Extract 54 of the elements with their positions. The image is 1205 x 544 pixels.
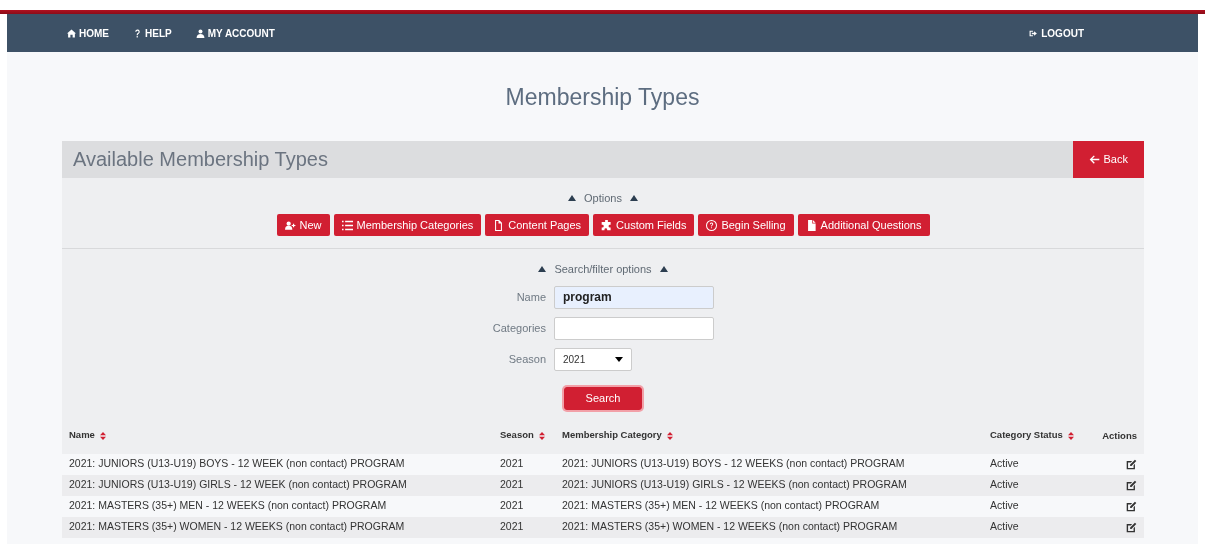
caret-up-icon: [629, 194, 638, 201]
nav-link[interactable]: HOME: [67, 25, 109, 41]
caret-up-icon: [538, 266, 547, 273]
toggle-label[interactable]: Search/filter options: [554, 261, 652, 278]
list-icon: [341, 219, 353, 231]
question-mark-icon: [133, 28, 142, 38]
page-title: Membership Types: [505, 84, 700, 110]
text-field[interactable]: [554, 316, 714, 340]
arrow-left-icon: [1088, 153, 1100, 165]
logout-link[interactable]: LOGOUT: [1029, 25, 1084, 41]
field-label: Name: [515, 289, 546, 305]
season-select[interactable]: 2021: [554, 347, 632, 371]
column-header[interactable]: Actions: [1090, 417, 1144, 454]
table-cell: 2021: JUNIORS (U13-U19) GIRLS - 12 WEEK (non contact) PROGRAM: [62, 474, 493, 496]
panel-title: Available Membership Types: [72, 147, 328, 172]
option-button[interactable]: Begin Selling: [698, 214, 794, 236]
caret-up-icon: [568, 194, 577, 201]
document-icon: [493, 219, 505, 231]
nav-link[interactable]: MY ACCOUNT: [195, 25, 275, 41]
table-cell: 2021: JUNIORS (U13-U19) GIRLS - 12 WEEKS (non contact) PROGRAM: [555, 474, 983, 496]
table-cell: 2021: MASTERS (35+) WOMEN - 12 WEEKS (non contact) PROGRAM: [555, 516, 983, 538]
option-button[interactable]: Membership Categories: [333, 214, 482, 236]
user-icon: [195, 28, 205, 38]
option-button[interactable]: New: [276, 214, 330, 236]
edit-icon: [1126, 458, 1137, 470]
nav-link[interactable]: HELP: [133, 25, 172, 41]
logout-icon: [1029, 28, 1039, 38]
option-button[interactable]: Custom Fields: [593, 214, 695, 236]
table-cell: 2021: MASTERS (35+) WOMEN - 12 WEEKS (non contact) PROGRAM: [62, 516, 493, 538]
field-label: Season: [507, 351, 546, 367]
column-header[interactable]: Category Status: [983, 417, 1090, 454]
search-button[interactable]: Search: [564, 386, 642, 410]
puzzle-icon: [601, 219, 613, 231]
column-header[interactable]: Name: [62, 417, 493, 454]
table-cell: Active: [983, 474, 1090, 496]
edit-icon: [1126, 479, 1137, 491]
caret-up-icon: [659, 266, 668, 273]
table-cell: 2021: [493, 516, 555, 538]
back-button[interactable]: Back: [1072, 140, 1144, 178]
caret-down-icon: [615, 356, 623, 362]
edit-icon: [1126, 500, 1137, 512]
user-plus-icon: [284, 219, 296, 231]
column-header[interactable]: Season: [493, 417, 555, 454]
column-header[interactable]: Membership Category: [555, 417, 983, 454]
document-icon: [805, 219, 817, 231]
toggle-label[interactable]: Options: [584, 189, 622, 206]
option-button[interactable]: Content Pages: [485, 214, 590, 236]
home-icon: [67, 28, 76, 38]
text-field[interactable]: program: [554, 285, 714, 309]
table-cell: Active: [983, 516, 1090, 538]
edit-icon: [1126, 521, 1137, 533]
option-button[interactable]: Additional Questions: [797, 214, 930, 236]
table-cell: 2021: [493, 474, 555, 496]
field-label: Categories: [491, 320, 546, 336]
